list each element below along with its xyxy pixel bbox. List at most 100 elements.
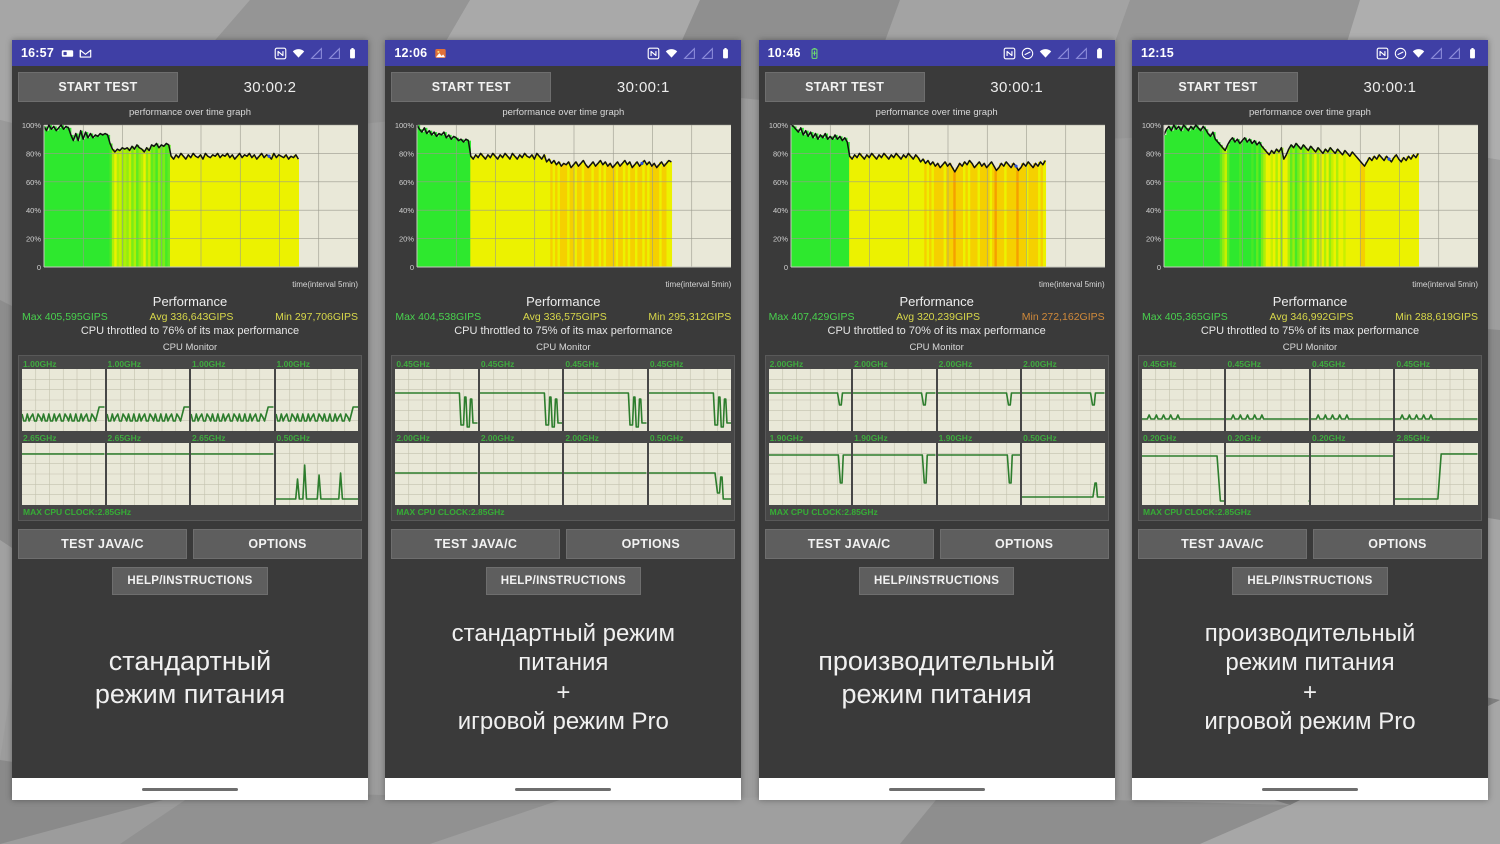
performance-stats-row: Max 405,365GIPS Avg 346,992GIPS Min 288,… <box>1138 309 1482 323</box>
options-button[interactable]: OPTIONS <box>1312 529 1482 559</box>
throttle-summary: CPU throttled to 75% of its max performa… <box>1200 325 1420 337</box>
signal-off-icon <box>1448 46 1461 60</box>
cpu-core-cell: 1.00GHz <box>106 359 189 431</box>
performance-graph-title: performance over time graph <box>129 107 251 118</box>
max-cpu-clock-label: MAX CPU CLOCK:2.85GHz <box>769 507 878 517</box>
cpu-core-frequency-label: 0.45GHz <box>649 359 684 369</box>
dnd-icon <box>1394 47 1407 60</box>
mode-caption: производительный режим питания + игровой ре… <box>1138 595 1482 800</box>
cpu-core-sparkline <box>275 443 358 505</box>
start-test-button[interactable]: START TEST <box>764 72 925 102</box>
app-content: START TEST 30:00:1 performance over time… <box>385 66 742 800</box>
cpu-core-frequency-label: 0.45GHz <box>1142 359 1177 369</box>
performance-stats-row: Max 407,429GIPS Avg 320,239GIPS Min 272,… <box>765 309 1109 323</box>
status-bar-clock: 12:06 <box>394 46 428 60</box>
gallery-icon <box>434 47 447 60</box>
cpu-core-grid: 1.00GHz 1.00GHz 1.00GHz 1.00GHz 2.65GHz … <box>22 359 358 505</box>
signal-off-icon <box>701 46 714 60</box>
performance-min-value: Min 297,706GIPS <box>275 311 358 323</box>
performance-max-value: Max 407,429GIPS <box>768 311 855 323</box>
cpu-core-frequency-label: 1.00GHz <box>23 359 57 369</box>
throttle-summary: CPU throttled to 70% of its max performa… <box>827 325 1046 337</box>
cpu-core-cell: 2.00GHz <box>853 359 936 431</box>
android-navigation-bar[interactable] <box>385 778 742 800</box>
help-instructions-button[interactable]: HELP/INSTRUCTIONS <box>1232 567 1388 595</box>
battery-saver-icon <box>808 47 821 60</box>
start-test-button[interactable]: START TEST <box>18 72 178 102</box>
help-button-row: HELP/INSTRUCTIONS <box>765 559 1109 595</box>
svg-text:60%: 60% <box>26 178 41 187</box>
nfc-icon <box>274 47 287 60</box>
navigation-home-pill[interactable] <box>515 787 612 791</box>
options-button[interactable]: OPTIONS <box>939 529 1109 559</box>
test-timer: 30:00:1 <box>990 78 1044 96</box>
performance-graph-xaxis-label: time(interval 5min) <box>292 280 358 289</box>
mode-caption-line: режим питания <box>1225 649 1395 677</box>
status-bar-notification-icons <box>61 47 92 60</box>
cpu-core-sparkline <box>1022 369 1105 431</box>
mode-caption-text: производительный режим питания <box>818 645 1055 711</box>
android-navigation-bar[interactable] <box>1131 778 1488 800</box>
svg-text:60%: 60% <box>399 178 414 187</box>
cpu-core-frequency-label: 0.45GHz <box>1227 359 1262 369</box>
max-cpu-clock-label: MAX CPU CLOCK:2.85GHz <box>1142 507 1252 517</box>
signal-off-icon <box>328 46 341 60</box>
cpu-core-cell: 1.00GHz <box>275 359 358 431</box>
cpu-core-sparkline <box>395 443 478 505</box>
cpu-monitor-panel: 0.45GHz 0.45GHz 0.45GHz 0.45GHz <box>391 355 736 521</box>
status-bar-clock: 10:46 <box>767 46 801 60</box>
cpu-core-frequency-label: 2.65GHz <box>192 433 226 443</box>
cpu-core-frequency-label: 2.00GHz <box>565 433 599 443</box>
navigation-home-pill[interactable] <box>142 787 238 791</box>
performance-heading: Performance <box>526 294 601 309</box>
test-java-c-button[interactable]: TEST JAVA/C <box>391 529 561 559</box>
navigation-home-pill[interactable] <box>1261 787 1358 791</box>
status-bar-system-icons <box>647 46 732 60</box>
cpu-core-frequency-label: 0.50GHz <box>276 433 311 443</box>
navigation-home-pill[interactable] <box>888 787 985 791</box>
app-content: START TEST 30:00:2 performance over time… <box>12 66 368 800</box>
performance-avg-value: Avg 346,992GIPS <box>1269 311 1354 323</box>
mode-caption-line: стандартный режим <box>451 619 676 647</box>
dnd-icon <box>1021 47 1034 60</box>
cpu-core-frequency-label: 0.50GHz <box>1023 433 1057 443</box>
options-button[interactable]: OPTIONS <box>566 529 736 559</box>
test-java-c-button[interactable]: TEST JAVA/C <box>1137 529 1307 559</box>
nfc-icon <box>1003 47 1016 60</box>
cpu-core-sparkline <box>1310 369 1394 431</box>
cpu-core-cell: 0.45GHz <box>1226 359 1309 431</box>
start-test-button[interactable]: START TEST <box>391 72 552 102</box>
options-button[interactable]: OPTIONS <box>193 529 362 559</box>
status-bar-system-icons <box>1376 46 1479 60</box>
svg-text:80%: 80% <box>26 149 41 158</box>
help-instructions-button[interactable]: HELP/INSTRUCTIONS <box>859 567 1015 595</box>
cpu-core-frequency-label: 0.45GHz <box>565 359 599 369</box>
android-navigation-bar[interactable] <box>758 778 1115 800</box>
cpu-core-frequency-label: 2.00GHz <box>396 433 430 443</box>
help-instructions-button[interactable]: HELP/INSTRUCTIONS <box>112 567 268 595</box>
cpu-core-cell: 2.00GHz <box>768 359 852 431</box>
mode-caption-line: стандартный <box>108 645 272 676</box>
test-java-c-button[interactable]: TEST JAVA/C <box>764 529 934 559</box>
cpu-core-sparkline <box>1022 443 1105 505</box>
cpu-monitor-title: CPU Monitor <box>1282 342 1338 353</box>
cpu-core-sparkline <box>937 443 1021 505</box>
phone-screenshot-1: 16:57 START TEST 30:00:2 performance ove… <box>12 40 368 800</box>
cpu-core-cell: 2.00GHz <box>1022 359 1105 431</box>
help-instructions-button[interactable]: HELP/INSTRUCTIONS <box>485 567 641 595</box>
android-navigation-bar[interactable] <box>12 778 368 800</box>
phone-screenshot-2: 12:06 START TEST 30:00:1 performance ove… <box>385 40 742 800</box>
performance-avg-value: Avg 336,575GIPS <box>522 311 607 323</box>
svg-text:80%: 80% <box>773 149 788 158</box>
test-control-row: START TEST 30:00:1 <box>391 66 735 106</box>
status-bar-clock: 12:15 <box>1140 46 1174 60</box>
test-timer: 30:00:2 <box>243 78 297 96</box>
test-java-c-button[interactable]: TEST JAVA/C <box>18 529 187 559</box>
battery-icon <box>1466 47 1479 60</box>
status-bar: 16:57 <box>12 40 368 66</box>
svg-text:40%: 40% <box>1146 206 1161 215</box>
start-test-button[interactable]: START TEST <box>1137 72 1298 102</box>
cpu-core-cell: 0.50GHz <box>1022 433 1105 505</box>
cpu-core-cell: 2.00GHz <box>479 433 563 505</box>
cpu-core-sparkline <box>1226 443 1309 505</box>
